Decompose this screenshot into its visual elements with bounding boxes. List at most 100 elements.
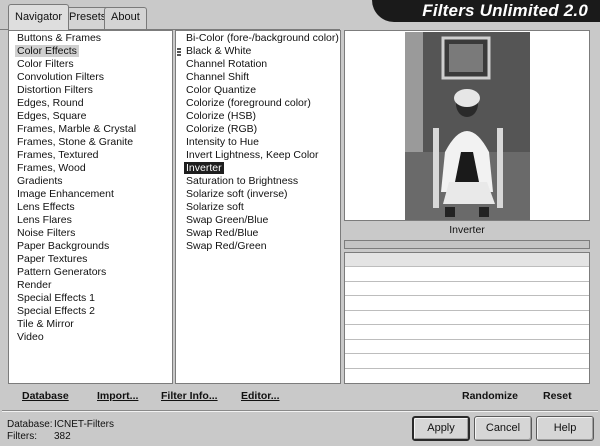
- parameter-slot: [345, 267, 589, 282]
- category-item[interactable]: Frames, Marble & Crystal: [9, 123, 172, 136]
- category-item-label: Video: [17, 331, 44, 343]
- category-item-label: Color Filters: [17, 58, 74, 70]
- filter-item-label: Saturation to Brightness: [186, 175, 299, 187]
- category-item[interactable]: Paper Backgrounds: [9, 240, 172, 253]
- filter-item[interactable]: Black & White: [176, 45, 340, 58]
- category-item[interactable]: Lens Flares: [9, 214, 172, 227]
- category-item[interactable]: Color Filters: [9, 58, 172, 71]
- category-item[interactable]: Frames, Wood: [9, 162, 172, 175]
- filter-item[interactable]: Swap Green/Blue: [176, 214, 340, 227]
- category-list[interactable]: Buttons & Frames Color Effects Color Filte…: [9, 31, 172, 344]
- import-button[interactable]: Import...: [97, 390, 138, 402]
- category-item[interactable]: Distortion Filters: [9, 84, 172, 97]
- filter-item-label: Swap Red/Blue: [186, 227, 259, 239]
- parameter-slot: [345, 325, 589, 340]
- category-item-label: Frames, Marble & Crystal: [17, 123, 137, 135]
- category-item[interactable]: Edges, Square: [9, 110, 172, 123]
- database-status-label: Database:: [7, 419, 53, 430]
- category-item[interactable]: Video: [9, 331, 172, 344]
- parameter-panel: [344, 252, 590, 384]
- filter-item[interactable]: Saturation to Brightness: [176, 175, 340, 188]
- filter-item-label: Invert Lightness, Keep Color: [186, 149, 319, 161]
- randomize-button[interactable]: Randomize: [462, 390, 518, 402]
- category-item[interactable]: Image Enhancement: [9, 188, 172, 201]
- filter-item-label: Colorize (foreground color): [186, 97, 311, 109]
- category-item[interactable]: Special Effects 2: [9, 305, 172, 318]
- filter-item[interactable]: Inverter: [176, 162, 340, 175]
- category-item[interactable]: Render: [9, 279, 172, 292]
- database-button[interactable]: Database: [22, 390, 69, 402]
- preview-photo: [405, 32, 530, 220]
- category-item[interactable]: Lens Effects: [9, 201, 172, 214]
- filter-item-label: Channel Rotation: [186, 58, 268, 70]
- filter-item[interactable]: Channel Rotation: [176, 58, 340, 71]
- title-banner: Filters Unlimited 2.0: [372, 0, 600, 22]
- category-item-label: Distortion Filters: [17, 84, 93, 96]
- category-item[interactable]: Color Effects: [9, 45, 172, 58]
- filter-list-panel[interactable]: Bi-Color (fore-/background color) Black &…: [175, 30, 341, 384]
- category-item[interactable]: Frames, Textured: [9, 149, 172, 162]
- filter-list[interactable]: Bi-Color (fore-/background color) Black &…: [176, 31, 340, 253]
- help-button[interactable]: Help: [536, 416, 594, 441]
- filter-item[interactable]: Invert Lightness, Keep Color: [176, 149, 340, 162]
- app-title: Filters Unlimited 2.0: [422, 1, 588, 20]
- progress-bar: [344, 240, 590, 249]
- category-item-label: Color Effects: [15, 45, 79, 57]
- filter-item-label: Swap Red/Green: [186, 240, 267, 252]
- filter-item[interactable]: Swap Red/Green: [176, 240, 340, 253]
- filter-item[interactable]: Intensity to Hue: [176, 136, 340, 149]
- category-item-label: Buttons & Frames: [17, 32, 102, 44]
- category-item[interactable]: Gradients: [9, 175, 172, 188]
- parameter-header: [345, 253, 589, 267]
- editor-button[interactable]: Editor...: [241, 390, 280, 402]
- preview-image[interactable]: [405, 32, 530, 220]
- category-item[interactable]: Convolution Filters: [9, 71, 172, 84]
- apply-button[interactable]: Apply: [412, 416, 470, 441]
- category-item[interactable]: Special Effects 1: [9, 292, 172, 305]
- category-item-label: Lens Flares: [17, 214, 72, 226]
- filter-item-label: Bi-Color (fore-/background color): [186, 32, 339, 44]
- category-item-label: Noise Filters: [17, 227, 76, 239]
- tab-about[interactable]: About: [104, 7, 147, 29]
- divider: [2, 410, 598, 412]
- filter-item-label: Solarize soft: [186, 201, 244, 213]
- filter-item[interactable]: Colorize (foreground color): [176, 97, 340, 110]
- category-item-label: Edges, Round: [17, 97, 84, 109]
- filter-item-label: Intensity to Hue: [186, 136, 259, 148]
- filter-item[interactable]: Bi-Color (fore-/background color): [176, 32, 340, 45]
- category-item[interactable]: Noise Filters: [9, 227, 172, 240]
- filter-item[interactable]: Channel Shift: [176, 71, 340, 84]
- filter-item[interactable]: Colorize (RGB): [176, 123, 340, 136]
- category-item[interactable]: Pattern Generators: [9, 266, 172, 279]
- cancel-button[interactable]: Cancel: [474, 416, 532, 441]
- reset-button[interactable]: Reset: [543, 390, 572, 402]
- category-item-label: Special Effects 1: [17, 292, 96, 304]
- parameter-slot: [345, 340, 589, 354]
- filter-item[interactable]: Colorize (HSB): [176, 110, 340, 123]
- category-item-label: Frames, Stone & Granite: [17, 136, 134, 148]
- tab-navigator[interactable]: Navigator: [8, 4, 70, 30]
- category-item[interactable]: Tile & Mirror: [9, 318, 172, 331]
- category-item[interactable]: Edges, Round: [9, 97, 172, 110]
- filter-info-button[interactable]: Filter Info...: [161, 390, 218, 402]
- category-item[interactable]: Buttons & Frames: [9, 32, 172, 45]
- category-item-label: Pattern Generators: [17, 266, 107, 278]
- filters-count-label: Filters:: [7, 431, 37, 442]
- parameter-slot: [345, 282, 589, 296]
- filter-item-label: Black & White: [186, 45, 252, 57]
- filter-item[interactable]: Solarize soft (inverse): [176, 188, 340, 201]
- category-item-label: Paper Textures: [17, 253, 88, 265]
- category-item-label: Tile & Mirror: [17, 318, 74, 330]
- parameter-slot: [345, 296, 589, 311]
- category-item-label: Image Enhancement: [17, 188, 114, 200]
- filter-item-label: Color Quantize: [186, 84, 257, 96]
- category-item-label: Gradients: [17, 175, 63, 187]
- category-item[interactable]: Frames, Stone & Granite: [9, 136, 172, 149]
- filter-item-label: Colorize (HSB): [186, 110, 257, 122]
- filter-item[interactable]: Solarize soft: [176, 201, 340, 214]
- category-list-panel[interactable]: Buttons & Frames Color Effects Color Filte…: [8, 30, 173, 384]
- category-item-label: Special Effects 2: [17, 305, 96, 317]
- filter-item[interactable]: Color Quantize: [176, 84, 340, 97]
- filter-item[interactable]: Swap Red/Blue: [176, 227, 340, 240]
- category-item[interactable]: Paper Textures: [9, 253, 172, 266]
